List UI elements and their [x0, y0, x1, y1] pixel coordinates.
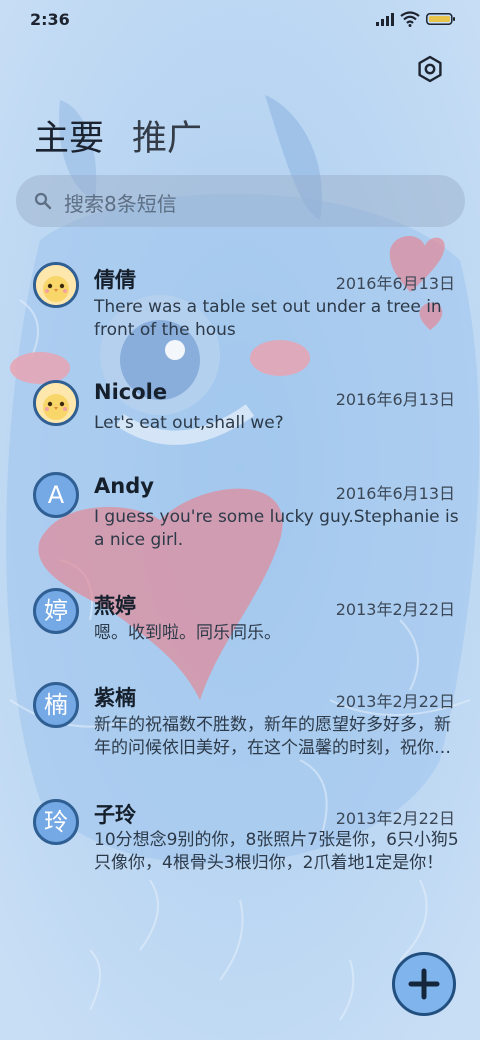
compose-button[interactable]	[392, 952, 456, 1016]
message-date: 2013年2月22日	[335, 600, 455, 619]
status-bar: 2:36	[0, 0, 480, 42]
avatar[interactable]	[33, 262, 79, 308]
contact-name: Nicole	[94, 380, 168, 404]
settings-icon[interactable]	[416, 55, 444, 83]
contact-name: Andy	[94, 474, 154, 498]
message-date: 2016年6月13日	[335, 484, 455, 503]
message-date: 2013年2月22日	[335, 692, 455, 711]
avatar-letter: A	[47, 481, 65, 509]
conversation-item[interactable]: 婷 燕婷 2013年2月22日 嗯。收到啦。同乐同乐。	[0, 588, 480, 658]
message-date: 2013年2月22日	[335, 809, 455, 828]
tab-primary[interactable]: 主要	[34, 110, 104, 161]
message-date: 2016年6月13日	[335, 390, 455, 409]
contact-name: 子玲	[94, 803, 136, 827]
avatar[interactable]: 楠	[33, 682, 79, 728]
chick-avatar-icon	[36, 265, 76, 305]
message-preview: 嗯。收到啦。同乐同乐。	[94, 623, 281, 643]
message-date: 2016年6月13日	[335, 274, 455, 293]
avatar[interactable]: 玲	[33, 799, 79, 845]
message-preview: Let's eat out,shall we?	[94, 413, 284, 433]
message-preview: There was a table set out under a tree i…	[94, 297, 442, 340]
avatar[interactable]	[33, 380, 79, 426]
avatar-letter: 玲	[44, 808, 68, 836]
tab-promotions[interactable]: 推广	[132, 110, 202, 161]
plus-icon	[408, 968, 440, 1000]
avatar-letter: 婷	[44, 597, 68, 625]
battery-icon	[426, 13, 455, 25]
contact-name: 紫楠	[94, 686, 136, 710]
contact-name: 倩倩	[94, 268, 136, 292]
avatar-letter: 楠	[44, 691, 68, 719]
signal-icon	[376, 13, 394, 26]
message-preview: 10分想念9别的你，8张照片7张是你，6只小狗5只像你，4根骨头3根归你，2爪着…	[94, 830, 459, 873]
chick-avatar-icon	[36, 383, 76, 423]
conversation-item[interactable]: 楠 紫楠 2013年2月22日 新年的祝福数不胜数，新年的愿望好多好多，新年的问…	[0, 680, 480, 780]
wifi-icon	[400, 11, 420, 27]
message-preview: I guess you're some lucky guy.Stephanie …	[94, 507, 459, 550]
search-icon	[34, 192, 52, 210]
conversation-item[interactable]: 玲 子玲 2013年2月22日 10分想念9别的你，8张照片7张是你，6只小狗5…	[0, 797, 480, 897]
contact-name: 燕婷	[94, 594, 136, 618]
conversation-item[interactable]: 倩倩 2016年6月13日 There was a table set out …	[0, 260, 480, 360]
avatar[interactable]: A	[33, 472, 79, 518]
conversation-item[interactable]: Nicole 2016年6月13日 Let's eat out,shall we…	[0, 378, 480, 458]
conversation-item[interactable]: A Andy 2016年6月13日 I guess you're some lu…	[0, 472, 480, 572]
avatar[interactable]: 婷	[33, 588, 79, 634]
search-bar[interactable]: 搜索8条短信	[16, 175, 465, 227]
search-placeholder: 搜索8条短信	[64, 192, 177, 216]
message-preview: 新年的祝福数不胜数，新年的愿望好多好多，新年的问候依旧美好，在这个温馨的时刻，祝…	[94, 715, 451, 758]
status-time: 2:36	[30, 10, 70, 29]
